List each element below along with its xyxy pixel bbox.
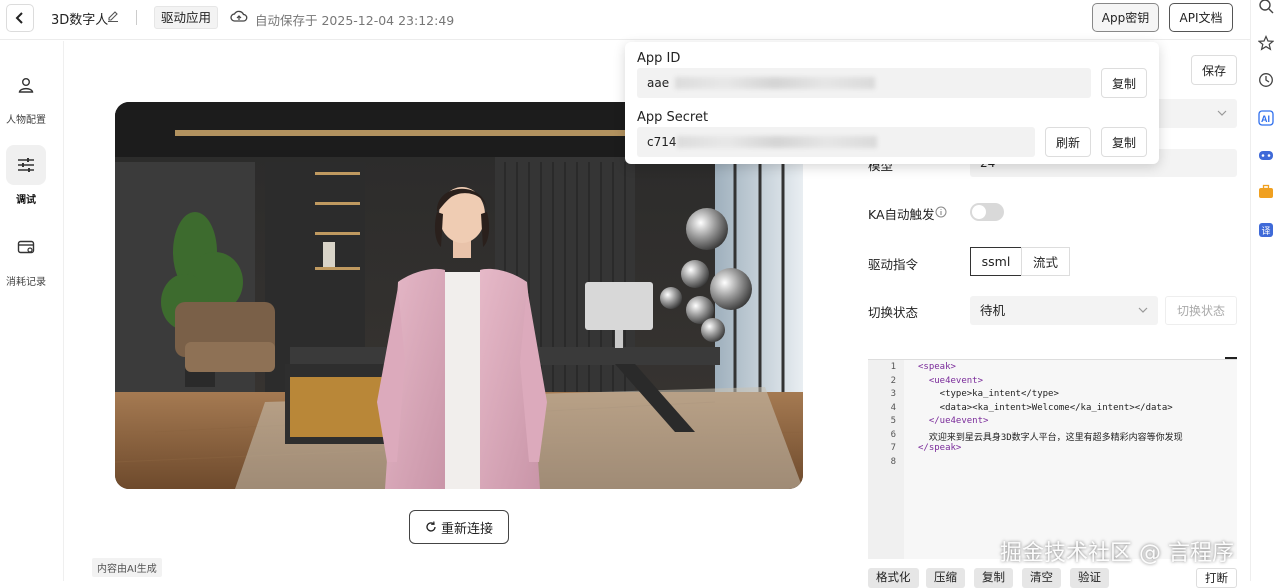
ai-icon[interactable]: AI	[1258, 110, 1274, 126]
masked-text	[677, 136, 877, 148]
browser-sidebar: AI 译	[1250, 0, 1280, 581]
nav-item-debug[interactable]: 调试	[0, 145, 52, 206]
line-number: 1	[890, 362, 896, 372]
app-id-label: App ID	[637, 51, 681, 66]
refresh-icon	[426, 521, 436, 532]
app-id-value: aae	[647, 76, 670, 90]
line-number: 3	[890, 389, 896, 399]
translate-icon[interactable]: 译	[1258, 222, 1274, 238]
nav-label: 人物配置	[6, 115, 46, 126]
nav-label: 消耗记录	[6, 277, 46, 288]
ssml-code-editor[interactable]: 1 2 3 4 5 6 7 8 <speak> <ue4event> <type…	[868, 359, 1237, 559]
nav-icon-wrap	[6, 145, 46, 185]
search-icon[interactable]	[1258, 0, 1274, 14]
nav-icon-wrap	[6, 65, 46, 105]
game-icon[interactable]	[1258, 147, 1274, 163]
ka-auto-trigger-label: KA自动触发	[868, 207, 935, 222]
refresh-secret-button[interactable]: 刷新	[1045, 127, 1091, 157]
left-nav: 人物配置 调试 消耗记录	[0, 41, 64, 581]
info-icon[interactable]	[935, 206, 947, 218]
cloud-sync-icon	[230, 10, 248, 22]
api-docs-button[interactable]: API文档	[1169, 3, 1233, 32]
user-icon	[18, 78, 34, 93]
ka-auto-trigger-toggle[interactable]	[970, 203, 1004, 221]
validate-button[interactable]: 验证	[1070, 568, 1109, 588]
format-button[interactable]: 格式化	[868, 568, 919, 588]
card-icon	[17, 240, 35, 254]
chevron-down-icon	[1138, 307, 1148, 313]
code-line: 欢迎来到星云具身3D数字人平台，这里有超多精彩内容等你发现	[918, 432, 1183, 443]
star-icon[interactable]	[1258, 35, 1274, 51]
app-secret-label: App Secret	[637, 110, 709, 125]
save-button[interactable]: 保存	[1191, 55, 1237, 85]
masked-text	[675, 77, 875, 89]
sliders-icon	[18, 158, 34, 172]
state-select[interactable]: 待机	[970, 296, 1158, 325]
reconnect-button[interactable]: 重新连接	[409, 510, 509, 544]
edit-icon[interactable]	[107, 10, 119, 22]
app-key-popover: App ID aae 复制 App Secret c714 刷新 复制	[625, 42, 1159, 164]
chevron-down-icon	[1217, 110, 1227, 116]
nav-item-character-config[interactable]: 人物配置	[0, 65, 52, 126]
ai-generated-note: 内容由AI生成	[92, 558, 162, 577]
code-line: <type>ka_intent</type>	[918, 389, 1059, 399]
app-key-button[interactable]: App密钥	[1092, 3, 1159, 32]
app-title: 3D数字人	[51, 13, 109, 28]
briefcase-icon[interactable]	[1258, 184, 1274, 200]
svg-text:AI: AI	[1261, 114, 1270, 124]
nav-label: 调试	[16, 195, 36, 206]
divider	[136, 10, 137, 25]
app-id-field[interactable]: aae	[637, 68, 1091, 98]
segment-ssml[interactable]: ssml	[970, 247, 1022, 276]
reconnect-label: 重新连接	[440, 521, 493, 537]
chevron-left-icon	[15, 12, 23, 24]
app-secret-value: c714	[647, 135, 677, 149]
code-line: </speak>	[918, 443, 962, 453]
top-bar: 3D数字人 驱动应用 自动保存于 2025-12-04 23:12:49 App…	[0, 0, 1250, 40]
watermark: 掘金技术社区 @ 言程序	[1000, 541, 1234, 566]
nav-item-usage-records[interactable]: 消耗记录	[0, 227, 52, 288]
code-line: <speak>	[918, 362, 956, 372]
code-line: </ue4event>	[918, 416, 989, 426]
back-button[interactable]	[6, 4, 34, 32]
line-number: 7	[890, 443, 896, 453]
clear-button[interactable]: 清空	[1022, 568, 1061, 588]
code-line: <data><ka_intent>Welcome</ka_intent></da…	[918, 402, 1173, 413]
copy-app-id-button[interactable]: 复制	[1101, 68, 1147, 98]
nav-icon-wrap	[6, 227, 46, 267]
copy-code-button[interactable]: 复制	[974, 568, 1013, 588]
code-line: <ue4event>	[918, 375, 984, 386]
line-number: 8	[890, 456, 896, 467]
autosave-status: 自动保存于 2025-12-04 23:12:49	[255, 13, 455, 28]
copy-app-secret-button[interactable]: 复制	[1101, 127, 1147, 157]
switch-state-label: 切换状态	[868, 305, 919, 320]
compress-button[interactable]: 压缩	[926, 568, 965, 588]
interrupt-button[interactable]: 打断	[1196, 568, 1237, 588]
app-secret-field[interactable]: c714	[637, 127, 1035, 157]
line-number: 2	[890, 375, 896, 386]
drive-app-button[interactable]: 驱动应用	[154, 6, 219, 29]
segment-stream[interactable]: 流式	[1021, 247, 1070, 276]
line-number: 5	[890, 416, 896, 426]
line-number: 4	[890, 402, 896, 413]
line-number: 6	[890, 429, 896, 440]
svg-text:译: 译	[1262, 226, 1271, 237]
state-select-value: 待机	[980, 303, 1006, 318]
switch-state-button[interactable]: 切换状态	[1165, 296, 1237, 325]
drive-command-label: 驱动指令	[868, 257, 919, 272]
history-icon[interactable]	[1258, 72, 1274, 88]
